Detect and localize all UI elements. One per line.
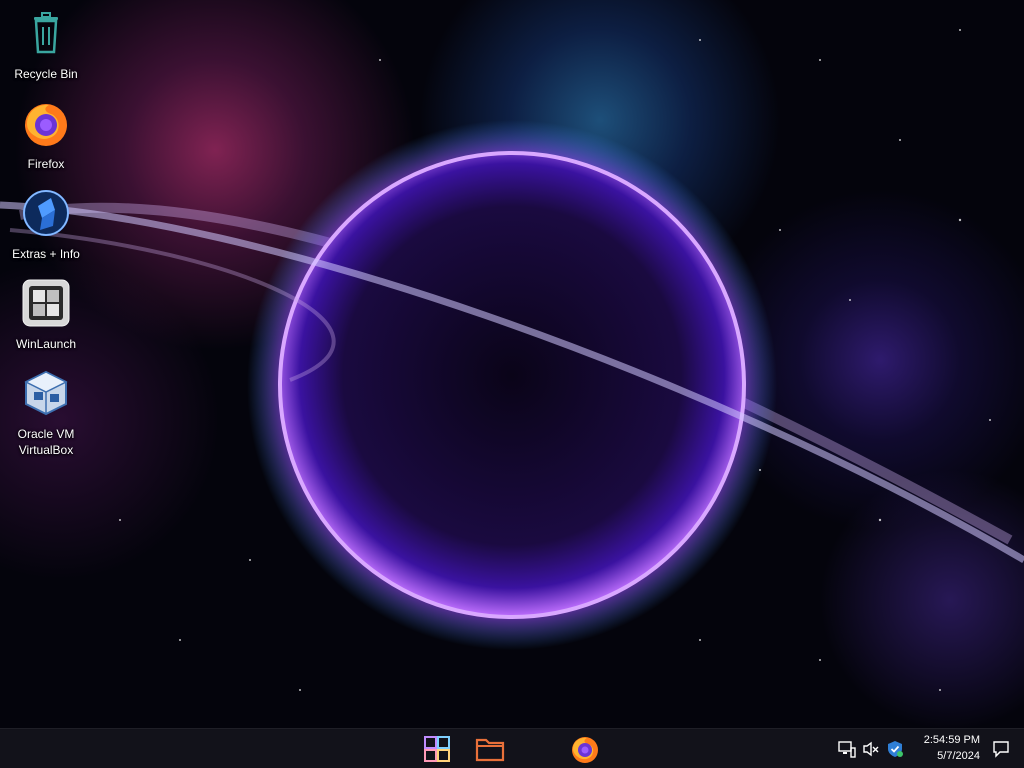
taskbar: 2:54:59 PM 5/7/2024 [0, 728, 1024, 768]
clock-time: 2:54:59 PM [923, 734, 980, 746]
desktop-icon-extras-info[interactable]: Extras + Info [0, 182, 92, 270]
notification-icon[interactable] [992, 740, 1010, 758]
wallpaper [0, 29, 1024, 691]
firefox-icon [21, 98, 71, 148]
windows-start-icon [424, 736, 450, 762]
extras-info-icon [21, 188, 71, 238]
taskbar-firefox[interactable] [566, 731, 604, 767]
desktop[interactable]: Recycle Bin Firefox Extras + Info WinLau… [0, 0, 1024, 768]
taskbar-clock[interactable]: 2:54:59 PM 5/7/2024 [908, 732, 980, 764]
desktop-icon-label: Extras + Info [12, 247, 80, 261]
security-shield-icon[interactable] [886, 740, 904, 758]
winlaunch-icon [21, 278, 71, 328]
desktop-icon-label: Recycle Bin [14, 67, 78, 81]
desktop-icon-label: Oracle VM VirtualBox [17, 427, 75, 457]
desktop-icon-label: Firefox [27, 157, 65, 171]
network-icon[interactable] [838, 740, 856, 758]
taskbar-file-explorer[interactable] [469, 731, 507, 767]
firefox-icon [572, 737, 598, 763]
recycle-bin-icon [21, 8, 71, 58]
volume-muted-icon[interactable] [862, 740, 880, 758]
file-explorer-icon [475, 738, 505, 762]
desktop-icon-label: WinLaunch [15, 337, 77, 351]
start-button[interactable] [418, 731, 456, 767]
virtualbox-icon [21, 368, 71, 418]
desktop-icon-winlaunch[interactable]: WinLaunch [0, 272, 92, 360]
desktop-icon-firefox[interactable]: Firefox [0, 92, 92, 180]
clock-date: 5/7/2024 [937, 750, 980, 762]
desktop-icon-virtualbox[interactable]: Oracle VM VirtualBox [0, 362, 92, 462]
desktop-icon-recycle-bin[interactable]: Recycle Bin [0, 2, 92, 90]
